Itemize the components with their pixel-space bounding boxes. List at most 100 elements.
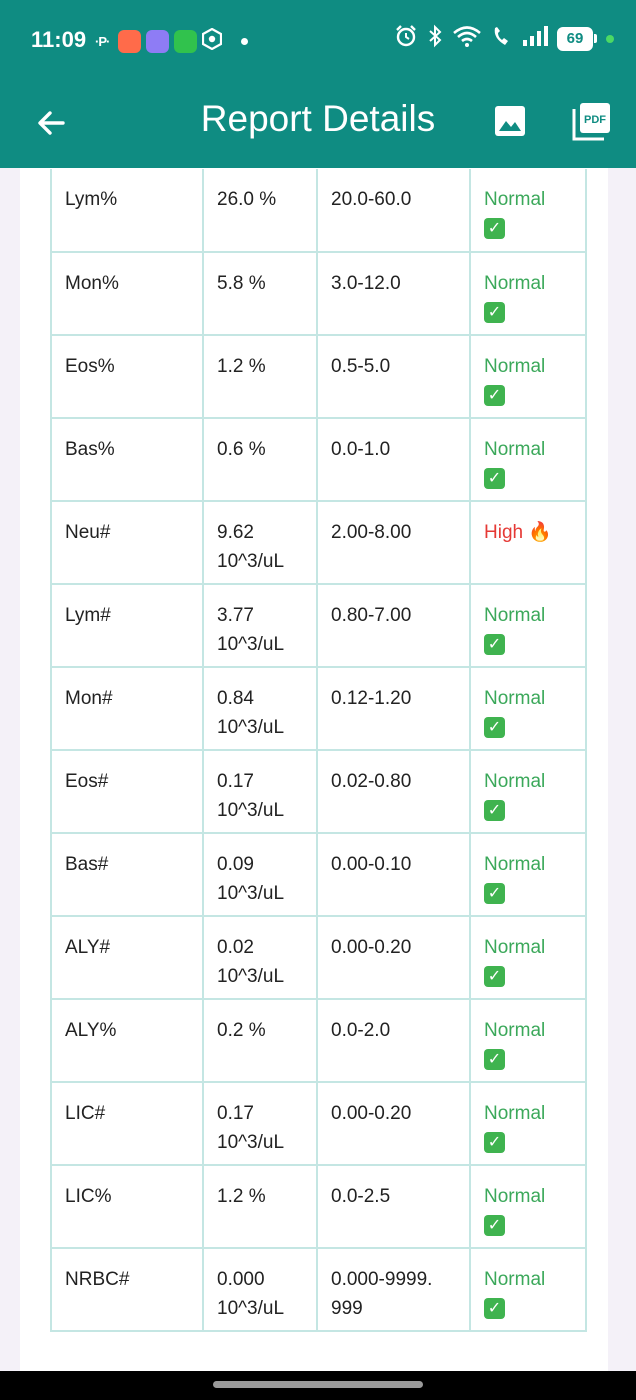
reference-range-cell: 0.5-5.0 (316, 334, 471, 419)
reference-range-cell: 0.0-1.0 (316, 417, 471, 502)
battery-icon: 69 (557, 26, 593, 51)
test-name: ALY% (50, 998, 204, 1083)
test-value-cell: 9.62 10^3/uL (202, 500, 318, 585)
fire-icon: 🔥 (528, 522, 553, 543)
pdf-icon: PDF (572, 103, 610, 141)
notification-icons: ·P· (95, 27, 249, 55)
status-cell: Normal ✓ (469, 1164, 587, 1249)
test-value-cell: 26.0 % (202, 169, 318, 253)
table-row: Mon# 0.84 10^3/uL 0.12-1.20 Normal ✓ (50, 666, 587, 751)
table-row: NRBC# 0.000 10^3/uL 0.000-9999. 999 Normal ✓ (50, 1247, 587, 1332)
status-cell: Normal ✓ (469, 251, 587, 336)
reference-range-cell: 0.0-2.5 (316, 1164, 471, 1249)
status-cell: Normal ✓ (469, 583, 587, 668)
table-row: Bas% 0.6 % 0.0-1.0 Normal ✓ (50, 417, 587, 502)
system-nav-bar (0, 1371, 636, 1400)
status-label: Normal (484, 605, 546, 626)
table-row: ALY% 0.2 % 0.0-2.0 Normal ✓ (50, 998, 587, 1083)
reference-range-cell: 0.00-0.20 (316, 1081, 471, 1166)
test-name: Bas# (50, 832, 204, 917)
test-value-cell: 1.2 % (202, 334, 318, 419)
test-name: Neu# (50, 500, 204, 585)
reference-range: 0.00-0.20 (331, 937, 412, 958)
reference-range: 0.02-0.80 (331, 771, 412, 792)
check-icon: ✓ (484, 717, 505, 739)
table-row: Eos% 1.2 % 0.5-5.0 Normal ✓ (50, 334, 587, 419)
test-name: Mon% (50, 251, 204, 336)
test-unit: 10^3/uL (217, 800, 285, 821)
test-name: Eos% (50, 334, 204, 419)
check-icon: ✓ (484, 218, 505, 240)
reference-range-cell: 0.00-0.10 (316, 832, 471, 917)
image-icon (495, 106, 525, 136)
status-label: Normal (484, 854, 546, 875)
reference-range: 0.0-1.0 (331, 439, 391, 460)
test-value-cell: 0.02 10^3/uL (202, 915, 318, 1000)
check-icon: ✓ (484, 1049, 505, 1071)
test-value-cell: 0.000 10^3/uL (202, 1247, 318, 1332)
test-name: ALY# (50, 915, 204, 1000)
test-value-cell: 3.77 10^3/uL (202, 583, 318, 668)
status-label: High (484, 522, 524, 543)
save-image-button[interactable] (488, 99, 532, 143)
test-value-cell: 5.8 % (202, 251, 318, 336)
check-icon: ✓ (484, 1298, 505, 1320)
status-label: Normal (484, 1269, 546, 1290)
test-value: 0.09 (217, 854, 254, 875)
gallery-app-icon (146, 30, 170, 53)
test-unit: 10^3/uL (217, 1298, 285, 1319)
test-unit: 10^3/uL (217, 1132, 285, 1153)
svg-text:PDF: PDF (584, 114, 606, 126)
status-cell: Normal ✓ (469, 1081, 587, 1166)
check-icon: ✓ (484, 1215, 505, 1237)
test-unit: 10^3/uL (217, 634, 285, 655)
reference-range-cell: 3.0-12.0 (316, 251, 471, 336)
table-row: Lym% 26.0 % 20.0-60.0 Normal ✓ (50, 169, 587, 253)
status-cell: Normal ✓ (469, 749, 587, 834)
reference-range: 0.12-1.20 (331, 688, 412, 709)
table-row: Mon% 5.8 % 3.0-12.0 Normal ✓ (50, 251, 587, 336)
test-name: LIC% (50, 1164, 204, 1249)
reference-range: 2.00-8.00 (331, 522, 412, 543)
home-gesture-handle[interactable] (213, 1381, 423, 1388)
check-icon: ✓ (484, 1132, 505, 1154)
export-pdf-button[interactable]: PDF (570, 99, 614, 143)
vpn-icon (202, 27, 223, 55)
status-cell: Normal ✓ (469, 417, 587, 502)
check-icon: ✓ (484, 468, 505, 490)
reference-range-cell: 0.00-0.20 (316, 915, 471, 1000)
reference-range-cont: 999 (331, 1298, 363, 1319)
test-name: Mon# (50, 666, 204, 751)
table-row: LIC# 0.17 10^3/uL 0.00-0.20 Normal ✓ (50, 1081, 587, 1166)
status-cell: Normal ✓ (469, 832, 587, 917)
status-time: 11:09 (31, 27, 87, 52)
check-icon: ✓ (484, 634, 505, 656)
table-row: ALY# 0.02 10^3/uL 0.00-0.20 Normal ✓ (50, 915, 587, 1000)
status-label: Normal (484, 1020, 546, 1041)
test-value-cell: 0.84 10^3/uL (202, 666, 318, 751)
test-value-cell: 0.17 10^3/uL (202, 1081, 318, 1166)
status-cell: Normal ✓ (469, 334, 587, 419)
reference-range-cell: 0.000-9999. 999 (316, 1247, 471, 1332)
status-cell: Normal ✓ (469, 169, 587, 253)
reference-range-cell: 0.0-2.0 (316, 998, 471, 1083)
check-icon: ✓ (484, 385, 505, 407)
reference-range-cell: 0.80-7.00 (316, 583, 471, 668)
test-value-cell: 0.09 10^3/uL (202, 832, 318, 917)
status-bar: 11:09 ·P· 69 (0, 0, 636, 82)
alarm-icon (394, 24, 418, 53)
test-value: 9.62 (217, 522, 254, 543)
battery-tip (594, 34, 597, 43)
test-value: 3.77 (217, 605, 254, 626)
test-value: 0.000 (217, 1269, 265, 1290)
table-row: Lym# 3.77 10^3/uL 0.80-7.00 Normal ✓ (50, 583, 587, 668)
test-value-cell: 0.2 % (202, 998, 318, 1083)
phone-app-icon (174, 30, 198, 53)
reference-range: 0.80-7.00 (331, 605, 412, 626)
status-label: Normal (484, 688, 546, 709)
status-label: Normal (484, 439, 546, 460)
signal-icon (522, 25, 548, 52)
status-cell: Normal ✓ (469, 666, 587, 751)
wifi-calling-icon (491, 24, 513, 53)
reference-range: 0.0-2.5 (331, 1186, 391, 1207)
